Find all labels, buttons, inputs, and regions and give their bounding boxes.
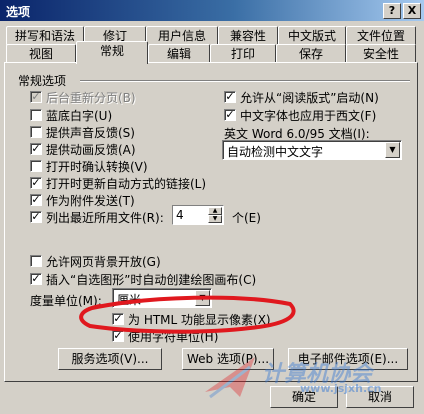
checkbox[interactable]: [30, 109, 42, 121]
option-web-background[interactable]: 允许网页背景开放(G): [30, 253, 161, 269]
spin-down-icon[interactable]: ▼: [208, 215, 222, 223]
checkbox[interactable]: [30, 255, 42, 267]
checkbox[interactable]: ✓: [224, 109, 236, 121]
option-update-links[interactable]: ✓ 打开时更新自动方式的链接(L): [30, 175, 206, 191]
option-reading-layout[interactable]: ✓ 允许从“阅读版式”启动(N): [224, 89, 379, 105]
checkbox[interactable]: [30, 126, 42, 138]
option-html-pixels[interactable]: ✓ 为 HTML 功能显示像素(X): [112, 311, 271, 327]
checkbox[interactable]: ✓: [30, 211, 42, 223]
measure-combo[interactable]: 厘米 ▼: [112, 288, 212, 308]
tab-view[interactable]: 视图: [6, 44, 76, 63]
checkbox[interactable]: ✓: [30, 91, 42, 103]
tab-spelling-grammar[interactable]: 拼写和语法: [6, 26, 84, 45]
airplane-icon: [205, 357, 255, 399]
option-recent-files[interactable]: ✓ 列出最近所用文件(R):: [30, 209, 164, 225]
group-title: 常规选项: [18, 74, 67, 88]
group-divider: [80, 80, 410, 82]
checkbox[interactable]: ✓: [112, 330, 124, 342]
option-auto-canvas[interactable]: ✓ 插入“自选图形”时自动创建绘图画布(C): [30, 271, 256, 287]
chevron-down-icon[interactable]: ▼: [385, 142, 400, 158]
option-animation-feedback[interactable]: ✓ 提供动画反馈(A): [30, 141, 136, 157]
option-send-as-attachment[interactable]: ✓ 作为附件发送(T): [30, 192, 135, 208]
title-bar: 选项 ? X: [0, 0, 424, 21]
checkbox[interactable]: ✓: [30, 177, 42, 189]
recent-files-count: 4: [176, 208, 184, 222]
checkbox[interactable]: ✓: [30, 273, 42, 285]
close-button[interactable]: X: [403, 3, 421, 19]
watermark-logo: [200, 352, 260, 405]
checkbox[interactable]: ✓: [112, 313, 124, 325]
recent-files-suffix: 个(E): [232, 211, 261, 225]
spin-up-icon[interactable]: ▲: [208, 207, 222, 215]
recent-files-spinner[interactable]: 4 ▲ ▼: [172, 205, 224, 225]
checkbox[interactable]: ✓: [30, 194, 42, 206]
tab-user-info[interactable]: 用户信息: [146, 26, 218, 45]
option-sound-feedback[interactable]: 提供声音反馈(S): [30, 124, 135, 140]
help-button[interactable]: ?: [383, 3, 401, 19]
tab-save[interactable]: 保存: [276, 44, 346, 63]
tab-compatibility[interactable]: 兼容性: [218, 26, 278, 45]
option-blue-background[interactable]: 蓝底白字(U): [30, 107, 112, 123]
checkbox[interactable]: [30, 160, 42, 172]
watermark-url: www.jsjxh.cn: [300, 382, 382, 395]
option-background-repagination[interactable]: ✓ 后台重新分页(B): [30, 89, 136, 105]
tab-edit[interactable]: 编辑: [148, 44, 210, 63]
option-chinese-font-western[interactable]: ✓ 中文字体也应用于西文(F): [224, 107, 376, 123]
window-title: 选项: [6, 5, 31, 19]
checkbox[interactable]: ✓: [30, 143, 42, 155]
checkbox[interactable]: ✓: [224, 91, 236, 103]
service-options-button[interactable]: 服务选项(V)...: [58, 348, 162, 370]
option-char-units[interactable]: ✓ 使用字符单位(H): [112, 328, 218, 344]
option-confirm-conversion[interactable]: 打开时确认转换(V): [30, 158, 148, 174]
english-word-combo[interactable]: 自动检测中文文字 ▼: [222, 140, 402, 160]
tab-print[interactable]: 打印: [210, 44, 276, 63]
tab-general[interactable]: 常规: [76, 41, 148, 64]
tab-asian-typography[interactable]: 中文版式: [278, 26, 346, 45]
chevron-down-icon[interactable]: ▼: [195, 290, 210, 306]
tab-security[interactable]: 安全性: [346, 44, 416, 63]
tab-file-locations[interactable]: 文件位置: [346, 26, 416, 45]
measure-label: 度量单位(M):: [30, 294, 102, 308]
